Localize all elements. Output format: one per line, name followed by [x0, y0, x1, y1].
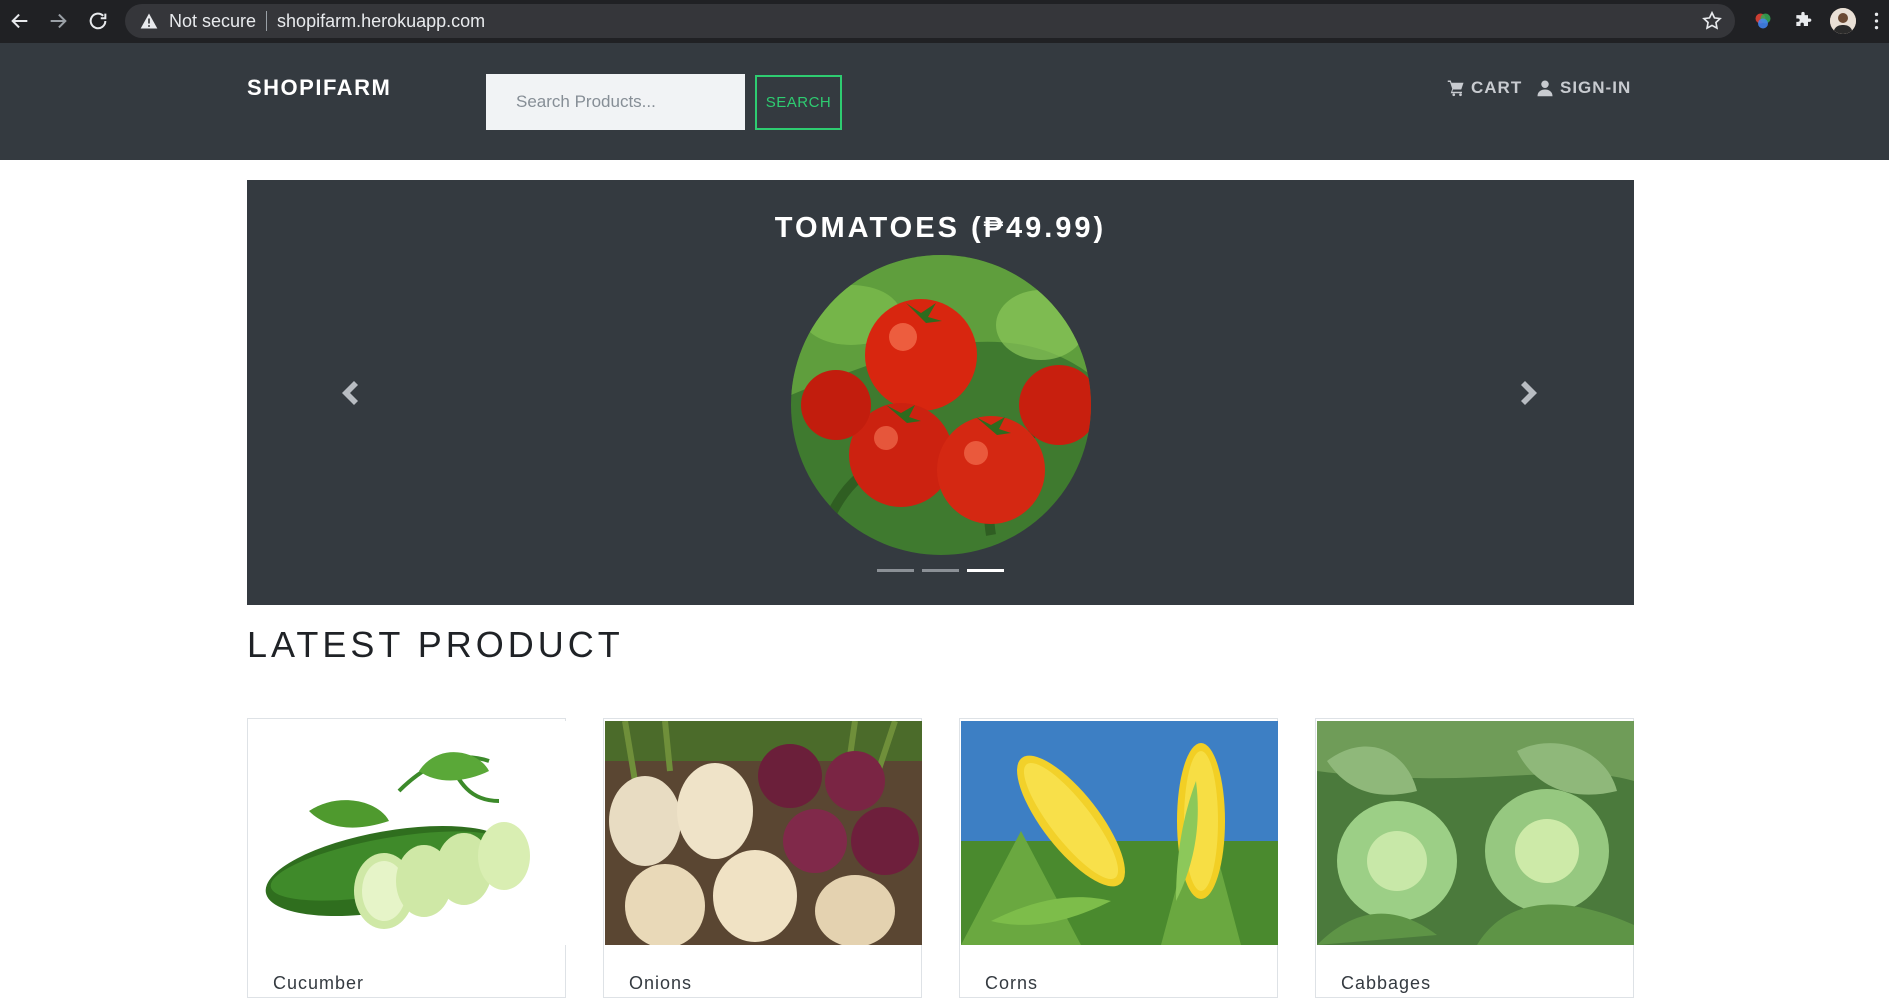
bookmark-star-icon[interactable] [1701, 10, 1723, 32]
signin-link[interactable]: SIGN-IN [1536, 78, 1631, 98]
signin-label: SIGN-IN [1560, 78, 1632, 97]
browser-toolbar: Not secure shopifarm.herokuapp.com [0, 0, 1889, 43]
chevron-left-icon [342, 381, 358, 405]
search-button[interactable]: SEARCH [755, 75, 842, 130]
chevron-right-icon [1521, 381, 1537, 405]
security-label[interactable]: Not secure [169, 11, 256, 32]
carousel-indicator-2[interactable] [922, 569, 959, 572]
carousel-prev-button[interactable] [335, 375, 365, 411]
product-card-cabbages[interactable]: Cabbages [1315, 718, 1634, 998]
carousel-indicators [247, 569, 1634, 572]
product-name[interactable]: Corns [985, 973, 1038, 994]
latest-product-heading: LATEST PRODUCT [247, 624, 624, 665]
omnibox-divider [266, 11, 268, 31]
carousel-title[interactable]: TOMATOES (₱49.99) [247, 212, 1634, 245]
carousel-indicator-1[interactable] [877, 569, 914, 572]
cart-label: CART [1471, 78, 1523, 97]
product-carousel: TOMATOES (₱49.99) [247, 180, 1634, 605]
product-name[interactable]: Onions [629, 973, 692, 994]
cart-link[interactable]: CART [1447, 78, 1522, 98]
cabbages-image[interactable] [1317, 721, 1634, 945]
color-extension-icon[interactable] [1750, 8, 1776, 34]
brand-logo[interactable]: SHOPIFARM [247, 75, 391, 101]
carousel-next-button[interactable] [1514, 375, 1544, 411]
back-icon[interactable] [0, 1, 40, 41]
url-text[interactable]: shopifarm.herokuapp.com [277, 11, 485, 32]
product-card-cucumber[interactable]: Cucumber [247, 718, 566, 998]
extensions-puzzle-icon[interactable] [1790, 8, 1816, 34]
search-input[interactable] [486, 74, 745, 130]
warning-icon [139, 10, 161, 32]
tomatoes-image[interactable] [791, 255, 1091, 555]
cucumber-image[interactable] [249, 721, 566, 945]
product-card-onions[interactable]: Onions [603, 718, 922, 998]
corns-image[interactable] [961, 721, 1278, 945]
address-bar[interactable]: Not secure shopifarm.herokuapp.com [125, 4, 1735, 38]
profile-avatar[interactable] [1830, 8, 1856, 34]
product-name[interactable]: Cabbages [1341, 973, 1431, 994]
cart-icon [1447, 80, 1464, 97]
onions-image[interactable] [605, 721, 922, 945]
carousel-indicator-3[interactable] [967, 569, 1004, 572]
browser-menu-icon[interactable] [1868, 8, 1884, 34]
product-name[interactable]: Cucumber [273, 973, 364, 994]
product-card-corns[interactable]: Corns [959, 718, 1278, 998]
forward-icon[interactable] [38, 1, 78, 41]
user-icon [1537, 80, 1553, 97]
reload-icon[interactable] [78, 1, 118, 41]
site-header [0, 43, 1889, 160]
